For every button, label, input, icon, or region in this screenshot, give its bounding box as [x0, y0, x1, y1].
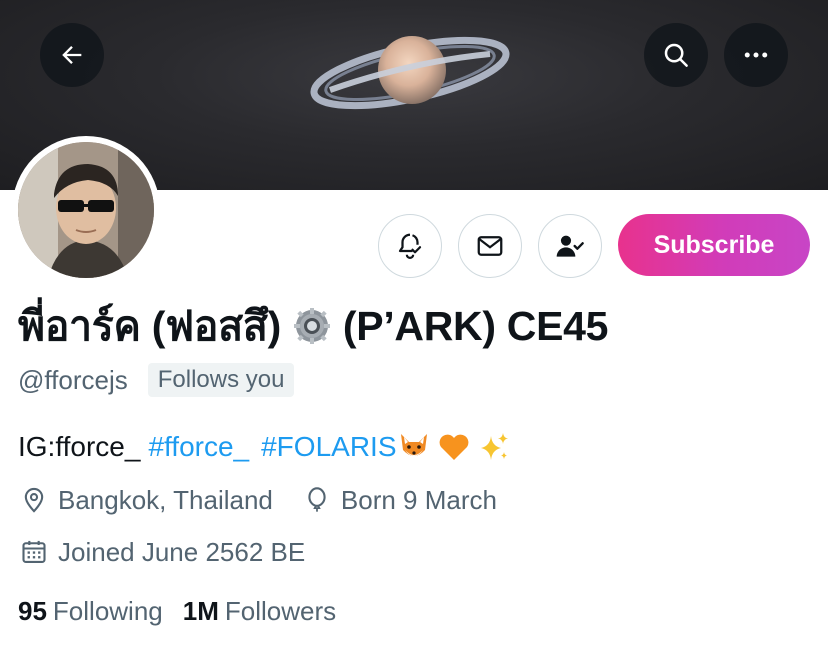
following-button[interactable] [538, 214, 602, 278]
followers-stat-link[interactable]: 1M Followers [183, 596, 336, 627]
bell-check-icon [398, 233, 422, 259]
profile-page: Subscribe พี่อาร์ค (ฟอสสึ) (P’ARK) CE45 … [0, 0, 828, 645]
hashtag-link[interactable]: #FOLARIS [261, 431, 396, 463]
subscribe-button[interactable]: Subscribe [618, 214, 810, 276]
orange-heart-icon [437, 430, 471, 464]
envelope-icon [477, 236, 503, 256]
more-horizontal-icon [744, 52, 768, 58]
arrow-left-icon [62, 46, 82, 64]
joined-date-text: Joined June 2562 BE [58, 536, 306, 567]
following-label: Following [52, 595, 163, 626]
sparkles-icon [477, 430, 511, 464]
avatar[interactable] [18, 142, 154, 278]
fox-emoji-icon [397, 430, 431, 464]
calendar-icon [20, 538, 48, 566]
more-options-button[interactable] [724, 23, 788, 87]
handle-row: @fforcejs Follows you [18, 362, 295, 398]
search-button[interactable] [644, 23, 708, 87]
hashtag-link[interactable]: #fforce_ [148, 431, 249, 463]
user-check-icon [556, 235, 584, 257]
username-handle: @fforcejs [18, 364, 128, 395]
following-count: 95 [18, 595, 47, 626]
profile-meta-row: Joined June 2562 BE [20, 534, 305, 570]
gear-icon [293, 307, 331, 345]
follows-you-badge: Follows you [147, 363, 295, 397]
followers-label: Followers [224, 595, 337, 626]
avatar-frame[interactable] [12, 136, 160, 284]
display-name: พี่อาร์ค (ฟอสสึ) (P’ARK) CE45 [18, 296, 608, 356]
search-icon [664, 43, 688, 67]
message-button[interactable] [458, 214, 522, 278]
avatar-photo [18, 142, 154, 278]
followers-count: 1M [182, 595, 219, 626]
follow-stats: 95 Following 1M Followers [18, 592, 336, 630]
birthday-text: Born 9 March [340, 484, 497, 515]
location-text: Bangkok, Thailand [58, 484, 273, 515]
location-pin-icon [20, 486, 48, 514]
profile-bio: IG:fforce_ #fforce_ #FOLARIS [18, 428, 511, 466]
bio-text: IG:fforce_ [18, 431, 141, 462]
display-name-thai: พี่อาร์ค (ฟอสสึ) [18, 302, 281, 349]
saturn-banner-image [310, 36, 510, 110]
notifications-button[interactable] [378, 214, 442, 278]
following-stat-link[interactable]: 95 Following [18, 596, 163, 627]
profile-meta-row: Bangkok, Thailand Born 9 March [20, 482, 497, 518]
display-name-latin: (P’ARK) CE45 [342, 302, 609, 349]
back-button[interactable] [40, 23, 104, 87]
balloon-icon [303, 486, 331, 514]
